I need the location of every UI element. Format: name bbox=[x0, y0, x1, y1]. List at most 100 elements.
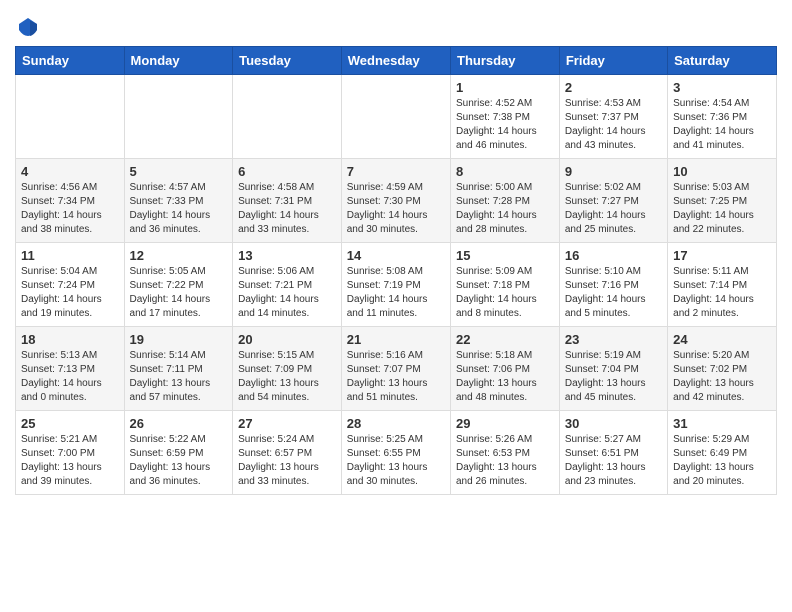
day-number: 31 bbox=[673, 416, 771, 431]
calendar-cell: 13 Sunrise: 5:06 AM Sunset: 7:21 PM Dayli… bbox=[233, 243, 342, 327]
day-number: 4 bbox=[21, 164, 119, 179]
day-number: 18 bbox=[21, 332, 119, 347]
calendar-cell bbox=[233, 75, 342, 159]
day-info: Sunrise: 5:06 AM Sunset: 7:21 PM Dayligh… bbox=[238, 265, 336, 321]
day-number: 17 bbox=[673, 248, 771, 263]
day-number: 6 bbox=[238, 164, 336, 179]
day-number: 2 bbox=[565, 80, 662, 95]
day-info: Sunrise: 5:09 AM Sunset: 7:18 PM Dayligh… bbox=[456, 265, 554, 321]
calendar-cell: 10 Sunrise: 5:03 AM Sunset: 7:25 PM Dayli… bbox=[668, 159, 777, 243]
calendar-cell bbox=[124, 75, 233, 159]
day-info: Sunrise: 5:13 AM Sunset: 7:13 PM Dayligh… bbox=[21, 349, 119, 405]
day-number: 23 bbox=[565, 332, 662, 347]
day-number: 30 bbox=[565, 416, 662, 431]
calendar-cell bbox=[16, 75, 125, 159]
calendar-table: SundayMondayTuesdayWednesdayThursdayFrid… bbox=[15, 46, 777, 495]
day-number: 13 bbox=[238, 248, 336, 263]
calendar-cell: 30 Sunrise: 5:27 AM Sunset: 6:51 PM Dayli… bbox=[559, 411, 667, 495]
calendar-cell: 27 Sunrise: 5:24 AM Sunset: 6:57 PM Dayli… bbox=[233, 411, 342, 495]
day-info: Sunrise: 4:56 AM Sunset: 7:34 PM Dayligh… bbox=[21, 181, 119, 237]
day-info: Sunrise: 5:26 AM Sunset: 6:53 PM Dayligh… bbox=[456, 433, 554, 489]
weekday-header: Thursday bbox=[451, 47, 560, 75]
day-number: 9 bbox=[565, 164, 662, 179]
calendar-cell: 5 Sunrise: 4:57 AM Sunset: 7:33 PM Daylig… bbox=[124, 159, 233, 243]
day-info: Sunrise: 4:59 AM Sunset: 7:30 PM Dayligh… bbox=[347, 181, 445, 237]
day-number: 27 bbox=[238, 416, 336, 431]
calendar-cell: 20 Sunrise: 5:15 AM Sunset: 7:09 PM Dayli… bbox=[233, 327, 342, 411]
day-info: Sunrise: 5:15 AM Sunset: 7:09 PM Dayligh… bbox=[238, 349, 336, 405]
calendar-week-row: 4 Sunrise: 4:56 AM Sunset: 7:34 PM Daylig… bbox=[16, 159, 777, 243]
day-number: 14 bbox=[347, 248, 445, 263]
day-info: Sunrise: 5:08 AM Sunset: 7:19 PM Dayligh… bbox=[347, 265, 445, 321]
day-info: Sunrise: 5:24 AM Sunset: 6:57 PM Dayligh… bbox=[238, 433, 336, 489]
day-info: Sunrise: 5:04 AM Sunset: 7:24 PM Dayligh… bbox=[21, 265, 119, 321]
day-info: Sunrise: 4:53 AM Sunset: 7:37 PM Dayligh… bbox=[565, 97, 662, 153]
day-info: Sunrise: 5:25 AM Sunset: 6:55 PM Dayligh… bbox=[347, 433, 445, 489]
day-number: 26 bbox=[130, 416, 228, 431]
calendar-cell: 1 Sunrise: 4:52 AM Sunset: 7:38 PM Daylig… bbox=[451, 75, 560, 159]
calendar-week-row: 18 Sunrise: 5:13 AM Sunset: 7:13 PM Dayli… bbox=[16, 327, 777, 411]
day-info: Sunrise: 5:29 AM Sunset: 6:49 PM Dayligh… bbox=[673, 433, 771, 489]
day-number: 15 bbox=[456, 248, 554, 263]
logo bbox=[15, 16, 39, 38]
day-number: 8 bbox=[456, 164, 554, 179]
day-info: Sunrise: 5:00 AM Sunset: 7:28 PM Dayligh… bbox=[456, 181, 554, 237]
weekday-header: Friday bbox=[559, 47, 667, 75]
day-info: Sunrise: 5:11 AM Sunset: 7:14 PM Dayligh… bbox=[673, 265, 771, 321]
day-info: Sunrise: 5:16 AM Sunset: 7:07 PM Dayligh… bbox=[347, 349, 445, 405]
calendar-cell bbox=[341, 75, 450, 159]
day-info: Sunrise: 5:27 AM Sunset: 6:51 PM Dayligh… bbox=[565, 433, 662, 489]
day-info: Sunrise: 4:52 AM Sunset: 7:38 PM Dayligh… bbox=[456, 97, 554, 153]
day-number: 24 bbox=[673, 332, 771, 347]
day-info: Sunrise: 4:54 AM Sunset: 7:36 PM Dayligh… bbox=[673, 97, 771, 153]
day-number: 3 bbox=[673, 80, 771, 95]
calendar-cell: 26 Sunrise: 5:22 AM Sunset: 6:59 PM Dayli… bbox=[124, 411, 233, 495]
calendar-cell: 28 Sunrise: 5:25 AM Sunset: 6:55 PM Dayli… bbox=[341, 411, 450, 495]
day-info: Sunrise: 5:20 AM Sunset: 7:02 PM Dayligh… bbox=[673, 349, 771, 405]
calendar-cell: 4 Sunrise: 4:56 AM Sunset: 7:34 PM Daylig… bbox=[16, 159, 125, 243]
weekday-header: Saturday bbox=[668, 47, 777, 75]
calendar-cell: 2 Sunrise: 4:53 AM Sunset: 7:37 PM Daylig… bbox=[559, 75, 667, 159]
weekday-header: Monday bbox=[124, 47, 233, 75]
day-number: 28 bbox=[347, 416, 445, 431]
calendar-cell: 19Sunrise: 5:14 AM Sunset: 7:11 PM Dayli… bbox=[124, 327, 233, 411]
calendar-week-row: 11Sunrise: 5:04 AM Sunset: 7:24 PM Dayli… bbox=[16, 243, 777, 327]
weekday-header: Sunday bbox=[16, 47, 125, 75]
calendar-cell: 9 Sunrise: 5:02 AM Sunset: 7:27 PM Daylig… bbox=[559, 159, 667, 243]
day-number: 16 bbox=[565, 248, 662, 263]
calendar-cell: 15 Sunrise: 5:09 AM Sunset: 7:18 PM Dayli… bbox=[451, 243, 560, 327]
day-info: Sunrise: 4:57 AM Sunset: 7:33 PM Dayligh… bbox=[130, 181, 228, 237]
day-info: Sunrise: 5:22 AM Sunset: 6:59 PM Dayligh… bbox=[130, 433, 228, 489]
calendar-cell: 12 Sunrise: 5:05 AM Sunset: 7:22 PM Dayli… bbox=[124, 243, 233, 327]
calendar-cell: 29 Sunrise: 5:26 AM Sunset: 6:53 PM Dayli… bbox=[451, 411, 560, 495]
calendar-week-row: 25 Sunrise: 5:21 AM Sunset: 7:00 PM Dayli… bbox=[16, 411, 777, 495]
calendar-cell: 31 Sunrise: 5:29 AM Sunset: 6:49 PM Dayli… bbox=[668, 411, 777, 495]
day-number: 29 bbox=[456, 416, 554, 431]
day-number: 12 bbox=[130, 248, 228, 263]
day-number: 7 bbox=[347, 164, 445, 179]
calendar-cell: 24 Sunrise: 5:20 AM Sunset: 7:02 PM Dayli… bbox=[668, 327, 777, 411]
calendar-cell: 11Sunrise: 5:04 AM Sunset: 7:24 PM Dayli… bbox=[16, 243, 125, 327]
day-number: 20 bbox=[238, 332, 336, 347]
day-number: 25 bbox=[21, 416, 119, 431]
weekday-header: Tuesday bbox=[233, 47, 342, 75]
day-info: Sunrise: 5:05 AM Sunset: 7:22 PM Dayligh… bbox=[130, 265, 228, 321]
day-number: 1 bbox=[456, 80, 554, 95]
weekday-header: Wednesday bbox=[341, 47, 450, 75]
day-number: 10 bbox=[673, 164, 771, 179]
day-info: Sunrise: 5:19 AM Sunset: 7:04 PM Dayligh… bbox=[565, 349, 662, 405]
day-info: Sunrise: 5:18 AM Sunset: 7:06 PM Dayligh… bbox=[456, 349, 554, 405]
day-info: Sunrise: 5:21 AM Sunset: 7:00 PM Dayligh… bbox=[21, 433, 119, 489]
day-number: 22 bbox=[456, 332, 554, 347]
day-info: Sunrise: 5:03 AM Sunset: 7:25 PM Dayligh… bbox=[673, 181, 771, 237]
calendar-week-row: 1 Sunrise: 4:52 AM Sunset: 7:38 PM Daylig… bbox=[16, 75, 777, 159]
calendar-cell: 17 Sunrise: 5:11 AM Sunset: 7:14 PM Dayli… bbox=[668, 243, 777, 327]
day-number: 5 bbox=[130, 164, 228, 179]
calendar-cell: 7 Sunrise: 4:59 AM Sunset: 7:30 PM Daylig… bbox=[341, 159, 450, 243]
calendar-cell: 8 Sunrise: 5:00 AM Sunset: 7:28 PM Daylig… bbox=[451, 159, 560, 243]
calendar-cell: 6Sunrise: 4:58 AM Sunset: 7:31 PM Daylig… bbox=[233, 159, 342, 243]
calendar-cell: 3 Sunrise: 4:54 AM Sunset: 7:36 PM Daylig… bbox=[668, 75, 777, 159]
logo-icon bbox=[17, 16, 39, 38]
day-info: Sunrise: 5:02 AM Sunset: 7:27 PM Dayligh… bbox=[565, 181, 662, 237]
calendar-header-row: SundayMondayTuesdayWednesdayThursdayFrid… bbox=[16, 47, 777, 75]
